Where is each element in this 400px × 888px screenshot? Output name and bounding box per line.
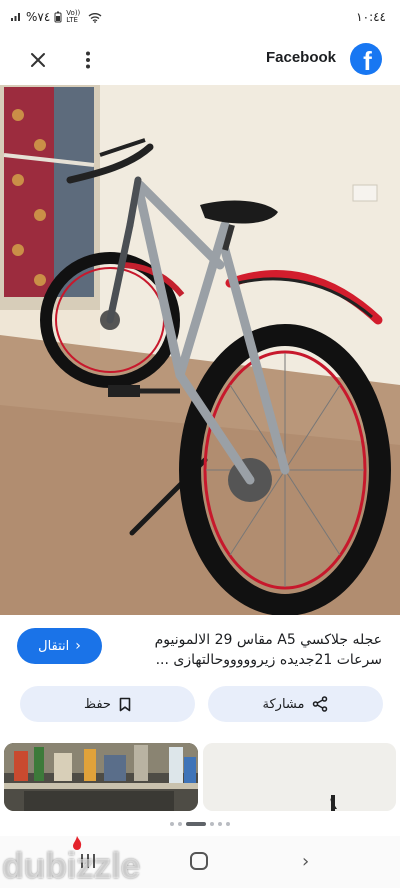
wifi-icon	[88, 12, 102, 23]
listing-title-line-2: سرعات 21جديده زيروووووحالتهازى ...	[155, 652, 382, 668]
more-vertical-icon	[86, 51, 90, 69]
watermark-flame-icon	[73, 836, 82, 850]
wall-photo-illustration	[203, 743, 396, 811]
go-button-label: انتقال	[38, 638, 70, 654]
listing-photo[interactable]	[0, 85, 400, 615]
logo-letter: f	[363, 46, 372, 75]
share-icon	[313, 696, 328, 712]
recents-icon	[81, 854, 95, 868]
related-image-1[interactable]	[4, 743, 198, 811]
facebook-logo-icon[interactable]: f	[350, 43, 382, 75]
browser-header: Facebook f	[0, 34, 400, 84]
more-options-button[interactable]	[78, 46, 98, 74]
share-button[interactable]: مشاركة	[208, 686, 383, 722]
carousel-dot	[210, 822, 214, 826]
listing-title: عجله جلاكسي A5 مقاس 29 الالمونيوم سرعات …	[92, 630, 382, 670]
close-button[interactable]	[24, 46, 52, 74]
bicycle-photo-illustration	[0, 85, 400, 615]
home-button[interactable]	[190, 852, 208, 870]
carousel-dot	[226, 822, 230, 826]
save-button[interactable]: حفظ	[20, 686, 195, 722]
listing-title-line-1: عجله جلاكسي A5 مقاس 29 الالمونيوم	[154, 632, 382, 648]
chevron-right-icon: ›	[75, 638, 81, 654]
share-label: مشاركة	[262, 696, 305, 712]
recents-button[interactable]	[80, 852, 96, 874]
carousel-dot	[178, 822, 182, 826]
network-label: Vo)) LTE	[66, 9, 81, 24]
related-image-2[interactable]	[203, 743, 396, 811]
back-button[interactable]: ›	[302, 851, 309, 872]
battery-icon	[54, 11, 62, 23]
system-nav-bar: ›	[0, 836, 400, 888]
shelf-photo-illustration	[4, 743, 198, 811]
bookmark-icon	[119, 697, 131, 711]
close-icon	[31, 53, 45, 67]
status-bar: %٧٤ Vo)) LTE ١٠:٤٤	[0, 0, 400, 34]
go-to-link-button[interactable]: انتقال ›	[17, 628, 102, 664]
carousel-indicator	[0, 822, 400, 826]
carousel-dot	[186, 822, 206, 826]
battery-level: %٧٤	[26, 10, 51, 24]
signal-icon	[11, 13, 20, 21]
save-label: حفظ	[84, 696, 111, 712]
page-title: Facebook	[265, 49, 336, 66]
chevron-back-icon: ›	[302, 851, 310, 872]
clock: ١٠:٤٤	[356, 10, 386, 24]
carousel-dot	[170, 822, 174, 826]
status-icons: %٧٤ Vo)) LTE	[10, 10, 102, 24]
carousel-dot	[218, 822, 222, 826]
